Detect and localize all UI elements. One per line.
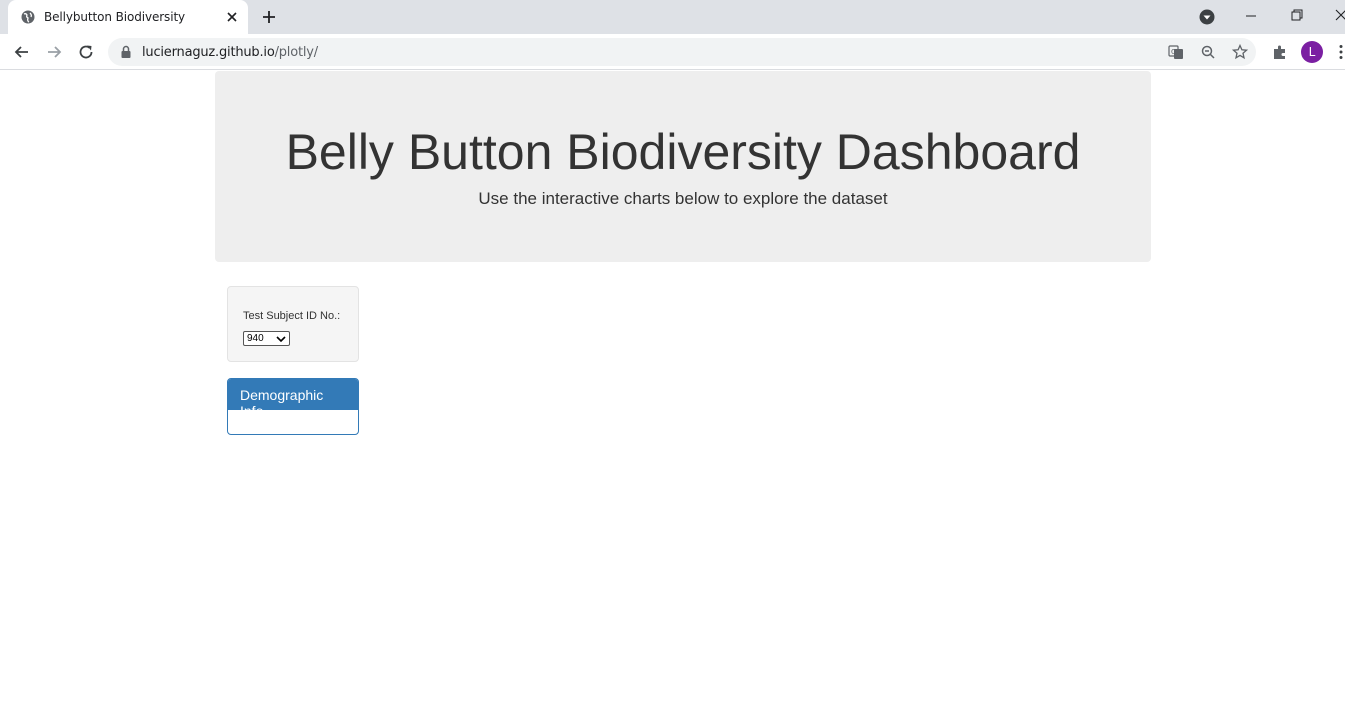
close-icon[interactable] bbox=[224, 9, 240, 25]
browser-tab[interactable]: Bellybutton Biodiversity bbox=[8, 0, 248, 34]
star-icon[interactable] bbox=[1232, 44, 1248, 60]
browser-toolbar: luciernaguz.github.io/plotly/ G L bbox=[0, 34, 1345, 70]
svg-text:G: G bbox=[1171, 48, 1176, 56]
tab-strip: Bellybutton Biodiversity bbox=[0, 0, 1345, 34]
avatar[interactable]: L bbox=[1301, 41, 1323, 63]
page-content: Belly Button Biodiversity Dashboard Use … bbox=[0, 71, 1345, 718]
tab-title: Bellybutton Biodiversity bbox=[44, 10, 186, 24]
forward-icon[interactable] bbox=[44, 42, 64, 62]
selector-label: Test Subject ID No.: bbox=[243, 310, 341, 322]
jumbotron-header: Belly Button Biodiversity Dashboard Use … bbox=[215, 71, 1151, 262]
window-close-icon[interactable] bbox=[1333, 7, 1345, 23]
globe-icon bbox=[21, 10, 35, 24]
panel-heading: Demographic Info bbox=[228, 379, 358, 419]
minimize-icon[interactable] bbox=[1243, 8, 1259, 24]
address-bar[interactable]: luciernaguz.github.io/plotly/ G bbox=[108, 38, 1256, 66]
subject-id-select[interactable]: 940 bbox=[243, 331, 290, 346]
zoom-icon[interactable] bbox=[1200, 44, 1216, 60]
url-path: /plotly/ bbox=[274, 45, 319, 60]
plus-icon[interactable] bbox=[260, 8, 278, 26]
extensions-icon[interactable] bbox=[1271, 43, 1289, 61]
lock-icon[interactable] bbox=[120, 45, 132, 59]
selected-id: 940 bbox=[247, 333, 264, 344]
url-text[interactable]: luciernaguz.github.io/plotly/ bbox=[142, 45, 318, 60]
demographic-info-panel: Demographic Info bbox=[227, 378, 359, 435]
translate-icon[interactable]: G bbox=[1168, 44, 1184, 60]
tab-search-icon[interactable] bbox=[1199, 9, 1215, 25]
more-icon[interactable] bbox=[1337, 44, 1345, 60]
subject-selector-well: Test Subject ID No.: 940 bbox=[227, 286, 359, 362]
reload-icon[interactable] bbox=[76, 42, 96, 62]
back-icon[interactable] bbox=[12, 42, 32, 62]
page-title: Belly Button Biodiversity Dashboard bbox=[285, 124, 1081, 180]
restore-icon[interactable] bbox=[1289, 7, 1305, 23]
chevron-down-icon bbox=[276, 336, 286, 343]
page-subtitle: Use the interactive charts below to expl… bbox=[478, 189, 888, 208]
url-host: luciernaguz.github.io bbox=[142, 45, 275, 60]
